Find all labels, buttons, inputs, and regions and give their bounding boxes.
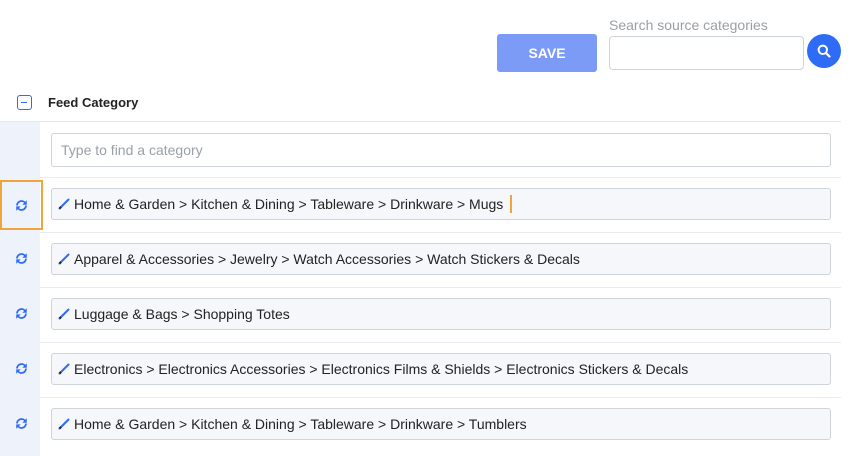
row-divider [40,342,841,343]
text-cursor [510,195,513,213]
pencil-icon [58,198,70,210]
search-label: Search source categories [609,17,768,33]
row-divider [40,397,841,398]
category-field[interactable]: Home & Garden > Kitchen & Dining > Table… [51,188,831,220]
refresh-button[interactable] [4,406,38,440]
pencil-icon [58,363,70,375]
category-path: Home & Garden > Kitchen & Dining > Table… [74,196,504,212]
search-source-categories-input[interactable] [609,36,804,70]
feed-category-title: Feed Category [48,95,139,110]
category-field[interactable]: Electronics > Electronics Accessories > … [51,353,831,385]
row-divider [40,287,841,288]
pencil-icon [58,253,70,265]
pencil-icon [58,308,70,320]
category-path: Electronics > Electronics Accessories > … [74,361,689,377]
refresh-button[interactable] [4,351,38,385]
refresh-icon [15,362,27,374]
pencil-icon [58,418,70,430]
refresh-icon [16,199,27,211]
row-divider [40,177,841,178]
category-path: Luggage & Bags > Shopping Totes [74,306,290,322]
refresh-icon [15,417,27,429]
search-icon [817,44,831,58]
search-button[interactable] [807,34,841,68]
category-field[interactable]: Apparel & Accessories > Jewelry > Watch … [51,243,831,275]
category-path: Apparel & Accessories > Jewelry > Watch … [74,251,580,267]
refresh-button[interactable] [4,296,38,330]
refresh-button[interactable] [0,180,43,230]
refresh-button[interactable] [4,241,38,275]
row-divider [40,232,841,233]
category-field[interactable]: Luggage & Bags > Shopping Totes [51,298,831,330]
refresh-icon [15,307,27,319]
minus-square-icon[interactable] [17,95,32,110]
feed-category-header: Feed Category [0,86,841,122]
refresh-icon [15,252,27,264]
category-filter-input[interactable] [51,133,831,167]
category-field[interactable]: Home & Garden > Kitchen & Dining > Table… [51,408,831,440]
save-button[interactable]: SAVE [497,34,597,72]
category-path: Home & Garden > Kitchen & Dining > Table… [74,416,527,432]
